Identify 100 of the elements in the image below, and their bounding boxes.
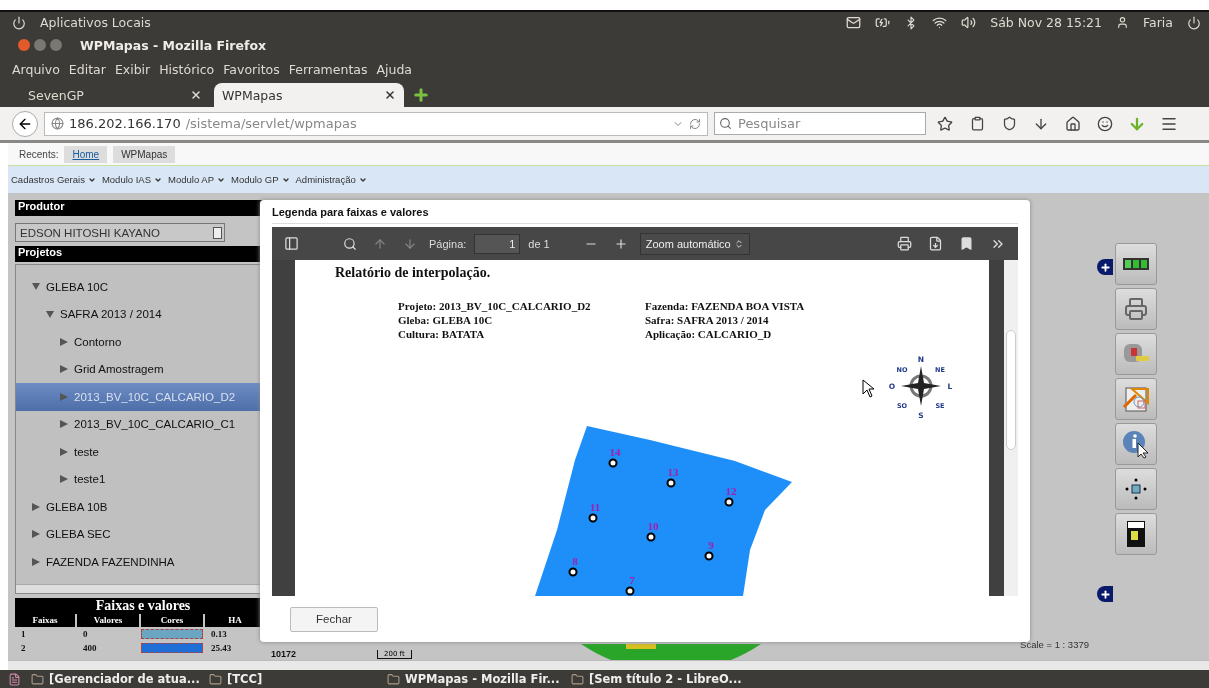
reload-icon[interactable] (689, 117, 701, 130)
collapsed-arrow-icon[interactable] (60, 447, 68, 456)
tree-item[interactable]: teste (16, 438, 270, 466)
taskbar-item[interactable]: [Gerenciador de atua... (27, 670, 199, 688)
back-button[interactable] (12, 110, 38, 137)
close-icon[interactable] (190, 89, 202, 101)
expand-button[interactable] (1097, 586, 1113, 602)
tree-item[interactable]: GLEBA SEC (16, 520, 270, 548)
collapsed-arrow-icon[interactable] (32, 502, 40, 511)
module-menu[interactable]: Modulo IAS (101, 174, 163, 185)
recent-link[interactable]: WPMapas (113, 145, 176, 163)
print-pdf-button[interactable] (1115, 288, 1157, 330)
draw-button[interactable] (1115, 378, 1157, 420)
menu-item[interactable]: Ferramentas (288, 62, 368, 77)
volume-icon[interactable] (961, 15, 977, 30)
folder-icon (571, 672, 584, 686)
wifi-icon[interactable] (932, 15, 948, 30)
tree-item-label: teste1 (74, 473, 106, 486)
module-menu[interactable]: Modulo GP (231, 174, 290, 185)
search-field[interactable]: Pesquisar (714, 112, 926, 135)
table-cell-text: 0 (82, 628, 89, 641)
url-path: /sistema/servlet/wpmapas (185, 116, 358, 131)
column-header: Cores (141, 614, 203, 627)
close-icon[interactable] (384, 89, 396, 101)
recent-link[interactable]: Home (64, 145, 108, 163)
browser-tab[interactable]: SevenGP (20, 83, 210, 107)
plus-icon (1099, 588, 1111, 600)
zip-button[interactable] (1115, 513, 1157, 555)
sample-point: 11 (588, 501, 601, 523)
url-host: 186.202.166.170 (69, 116, 181, 131)
collapsed-arrow-icon[interactable] (60, 337, 68, 346)
report-field: Cultura: BATATA (398, 328, 591, 340)
clock[interactable]: Sáb Nov 28 15:21 (990, 15, 1102, 30)
close-button[interactable]: Fechar (290, 606, 378, 632)
report-field: Aplicação: CALCARIO_D (645, 328, 805, 340)
mail-icon[interactable] (846, 15, 862, 30)
tree-item-label: Grid Amostragem (74, 363, 164, 376)
module-menu[interactable]: Administração (295, 174, 367, 185)
browser-tab[interactable]: WPMapas (214, 83, 404, 107)
battery-icon[interactable] (875, 15, 891, 30)
window-title: WPMapas - Mozilla Firefox (80, 37, 267, 53)
expanded-arrow-icon[interactable] (32, 283, 40, 291)
plus-icon (1099, 261, 1111, 273)
search-input[interactable]: Pesquisar (736, 115, 916, 132)
show-desktop-icon[interactable] (8, 672, 21, 686)
sample-point: 9 (704, 539, 714, 561)
tree-item[interactable]: Grid Amostragem (16, 355, 270, 383)
sample-point: 7 (625, 574, 635, 596)
taskbar-item[interactable]: WPMapas - Mozilla Fir... (383, 670, 561, 688)
panel-title: Aplicativos Locais (40, 15, 151, 30)
menu-item[interactable]: Histórico (159, 62, 215, 77)
collapsed-arrow-icon[interactable] (60, 475, 68, 484)
crosshair-icon (1123, 476, 1149, 502)
menu-item[interactable]: Favoritos (223, 62, 280, 77)
updown-arrows-icon (733, 238, 744, 249)
expanded-arrow-icon[interactable] (46, 310, 54, 318)
collapsed-arrow-icon[interactable] (32, 530, 40, 539)
zoom-select[interactable]: Zoom automático (639, 232, 750, 255)
tree-item[interactable]: GLEBA 10B (16, 493, 270, 521)
menu-item[interactable]: Arquivo (12, 62, 60, 77)
address-field[interactable]: 186.202.166.170 /sistema/servlet/wpmapas (44, 111, 708, 136)
menu-item[interactable]: Ajuda (376, 62, 413, 77)
menu-item[interactable]: Exibir (114, 62, 151, 77)
report-field: Gleba: GLEBA 10C (398, 314, 591, 326)
page-count: de 1 (528, 237, 550, 250)
search-icon (719, 117, 732, 130)
maximize-button[interactable] (50, 39, 62, 51)
tree-item[interactable]: Contorno (16, 328, 270, 356)
minimize-button[interactable] (34, 39, 46, 51)
mouse-cursor-icon (862, 379, 876, 399)
collapsed-arrow-icon[interactable] (60, 365, 68, 374)
page-number-field[interactable]: 1 (474, 233, 521, 254)
producer-select[interactable]: EDSON HITOSHI KAYANO (15, 223, 225, 242)
tree-item[interactable]: SAFRA 2013 / 2014 (16, 300, 270, 328)
column-header: Faixas (15, 614, 75, 627)
recents-label: Recents: (19, 148, 59, 160)
expand-button[interactable] (1097, 259, 1113, 275)
taskbar-item[interactable]: [TCC] (205, 670, 377, 688)
layers-button[interactable] (1115, 243, 1157, 285)
info-button[interactable] (1115, 423, 1157, 465)
tree-item-label: teste (74, 445, 99, 458)
close-button[interactable] (18, 39, 30, 51)
page-label: Página: (429, 237, 467, 250)
module-menu[interactable]: Cadastros Gerais (11, 174, 96, 185)
sample-point: 14 (608, 446, 621, 468)
center-button[interactable] (1115, 468, 1157, 510)
module-menu[interactable]: Modulo AP (168, 174, 225, 185)
tree-item[interactable]: FAZENDA FAZENDINHA (16, 548, 270, 576)
menu-item[interactable]: Editar (68, 62, 106, 77)
tree-item[interactable]: teste1 (16, 465, 270, 493)
tree-item-label: SAFRA 2013 / 2014 (60, 308, 162, 321)
collapsed-arrow-icon[interactable] (60, 420, 68, 429)
collapsed-arrow-icon[interactable] (32, 557, 40, 566)
tree-item[interactable]: GLEBA 10C (16, 273, 270, 301)
tree-item-label: 2013_BV_10C_CALCARIO_D2 (74, 390, 236, 403)
new-tab-icon[interactable] (412, 86, 430, 104)
measure-button[interactable] (1115, 333, 1157, 375)
user-name[interactable]: Faria (1143, 15, 1173, 30)
power-icon[interactable] (1187, 15, 1201, 30)
taskbar-item[interactable]: [Sem título 2 - LibreO... (567, 670, 797, 688)
